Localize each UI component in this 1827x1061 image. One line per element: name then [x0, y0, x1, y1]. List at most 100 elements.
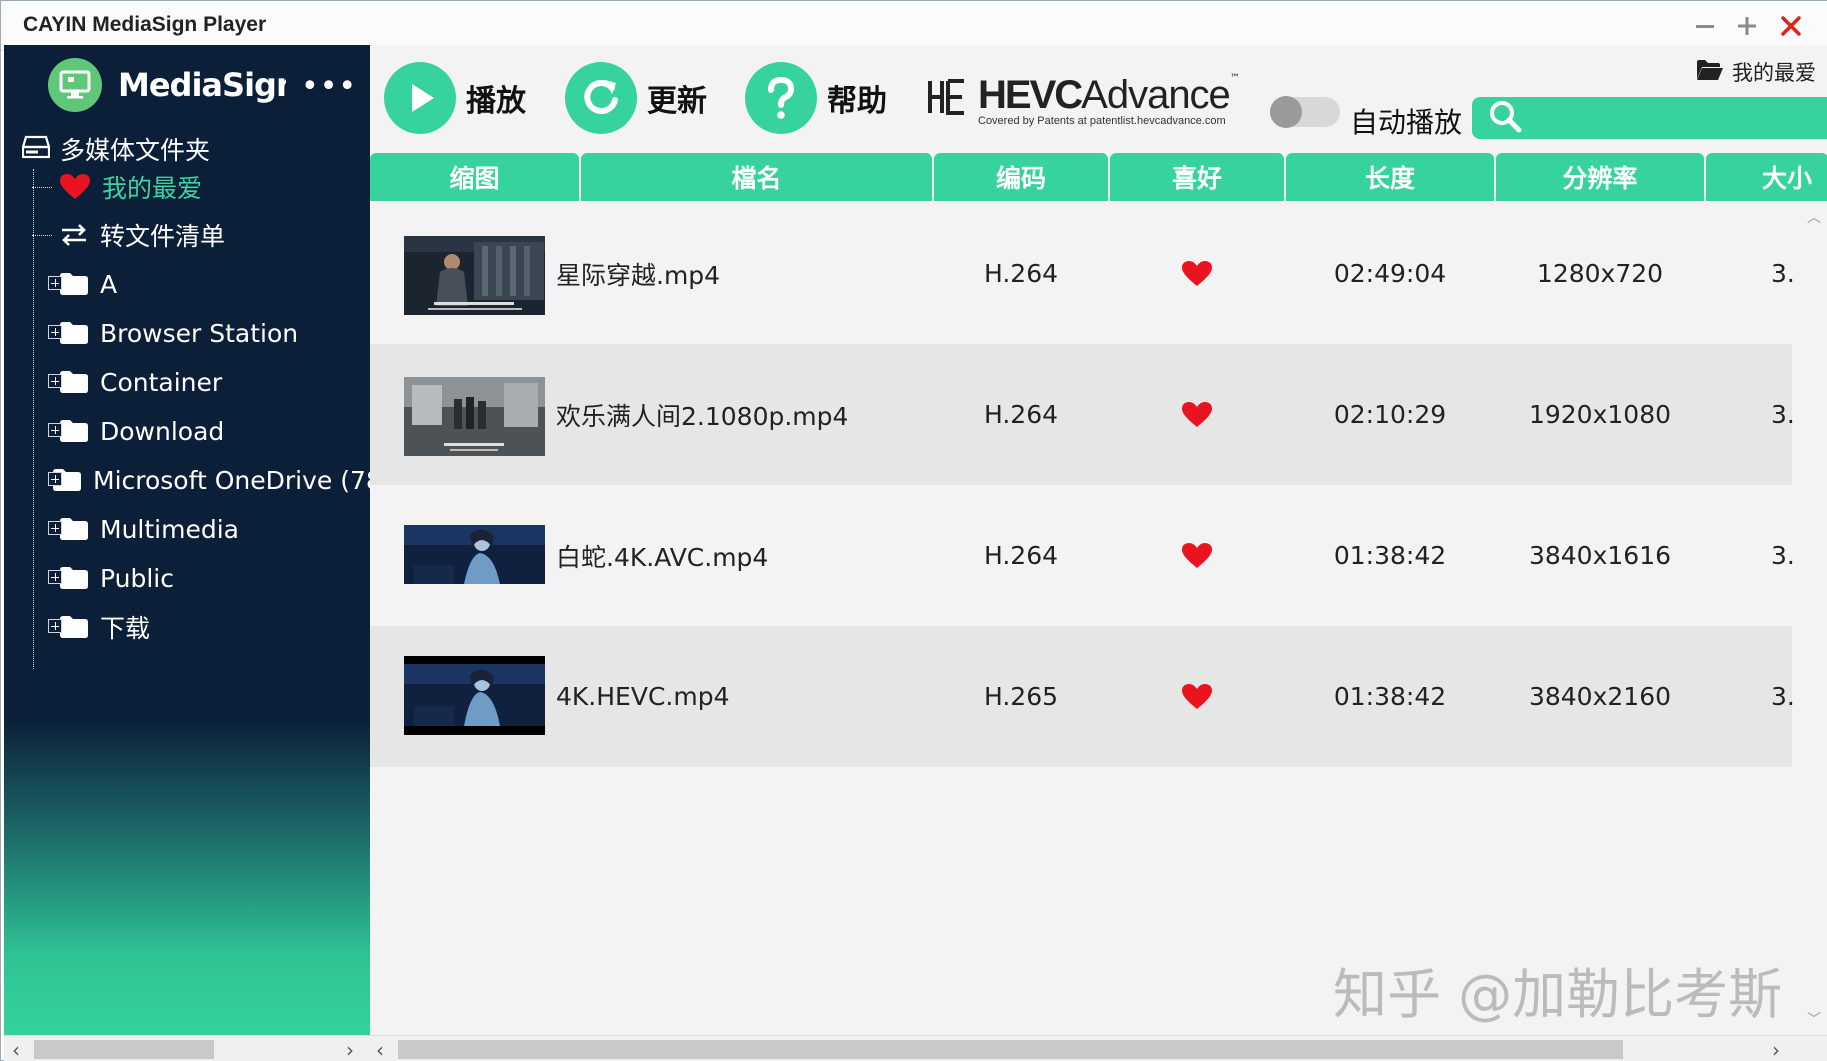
play-button[interactable]: 播放	[384, 61, 526, 135]
column-header-resolution[interactable]: 分辨率	[1496, 153, 1704, 201]
expand-icon[interactable]	[48, 521, 62, 535]
folder-open-icon	[1696, 59, 1724, 86]
expand-icon[interactable]	[48, 276, 62, 290]
sidebar-item-multimedia[interactable]: Multimedia	[48, 507, 239, 551]
maximize-button[interactable]	[1729, 9, 1765, 43]
tree-root[interactable]: 多媒体文件夹	[21, 129, 210, 169]
sidebar-item-transfer-list[interactable]: 转文件清单	[32, 213, 225, 257]
column-header-favorite[interactable]: 喜好	[1110, 153, 1284, 201]
expand-icon[interactable]	[48, 570, 62, 584]
sidebar-item-container[interactable]: Container	[48, 360, 223, 404]
refresh-button[interactable]: 更新	[565, 61, 707, 135]
scroll-right-icon[interactable]: ›	[346, 1038, 354, 1061]
video-thumbnail	[404, 236, 545, 315]
sidebar-item-label: 下载	[100, 614, 151, 643]
scroll-up-icon[interactable]: ︿	[1807, 207, 1821, 227]
sidebar-item-folder-a[interactable]: A	[48, 262, 117, 306]
sidebar-horizontal-scrollbar[interactable]: ‹ ›	[4, 1035, 370, 1061]
file-codec: H.264	[983, 259, 1059, 288]
file-size: 3.	[1771, 682, 1795, 711]
search-bar[interactable]	[1472, 97, 1827, 139]
scroll-right-icon[interactable]: ›	[1772, 1038, 1780, 1061]
refresh-icon	[565, 62, 637, 134]
title-bar[interactable]: CAYIN MediaSign Player	[1, 1, 1827, 51]
folder-icon	[60, 273, 88, 295]
file-length: 01:38:42	[1333, 541, 1447, 570]
file-resolution: 3840x1616	[1528, 541, 1672, 570]
favorite-toggle[interactable]	[1110, 626, 1284, 767]
favorites-link[interactable]: 我的最爱	[1696, 57, 1816, 87]
file-codec: H.264	[983, 541, 1059, 570]
toggle-knob	[1270, 96, 1302, 128]
sidebar-item-browser-station[interactable]: Browser Station	[48, 311, 299, 355]
help-label: 帮助	[827, 84, 887, 119]
video-thumbnail	[404, 656, 545, 735]
autoplay-label: 自动播放	[1350, 106, 1463, 139]
sidebar-item-label: Container	[100, 367, 223, 397]
sidebar-item-favorites[interactable]: 我的最爱	[32, 165, 202, 209]
hevc-cover-text: Covered by Patents at patentlist.hevcadv…	[978, 115, 1226, 127]
folder-icon	[60, 518, 88, 540]
table-row[interactable]: 欢乐满人间2.1080p.mp4 H.264 02:10:29 1920x108…	[370, 344, 1795, 485]
file-size: 3.	[1771, 400, 1795, 429]
toolbar: 播放 更新 帮助 HEVCAdvance™ Covered by Patents…	[370, 45, 1827, 151]
file-size: 3.	[1771, 259, 1795, 288]
heart-icon	[1182, 542, 1212, 568]
sidebar-item-onedrive[interactable]: Microsoft OneDrive (783	[48, 458, 398, 502]
column-header-codec[interactable]: 编码	[934, 153, 1108, 201]
sidebar-item-download[interactable]: Download	[48, 409, 224, 453]
scroll-left-icon[interactable]: ‹	[12, 1038, 20, 1061]
table-vertical-scrollbar[interactable]: ︿ ﹀	[1801, 203, 1827, 1035]
hevc-mark-icon	[928, 79, 964, 115]
sidebar-item-public[interactable]: Public	[48, 556, 174, 600]
favorite-toggle[interactable]	[1110, 344, 1284, 485]
scroll-left-icon[interactable]: ‹	[376, 1038, 384, 1061]
heart-icon	[1182, 683, 1212, 709]
minimize-button[interactable]	[1687, 9, 1723, 43]
sidebar: MediaSign Play ••• 多媒体文件夹 我的最爱	[4, 45, 398, 1035]
table-horizontal-scrollbar[interactable]: ‹ ›	[370, 1035, 1827, 1061]
heart-icon	[60, 174, 90, 200]
sidebar-item-downloads-cn[interactable]: 下载	[48, 605, 151, 649]
column-header-thumbnail[interactable]: 缩图	[370, 153, 579, 201]
heart-icon	[1182, 401, 1212, 427]
play-label: 播放	[466, 84, 526, 119]
file-name: 欢乐满人间2.1080p.mp4	[556, 401, 849, 431]
sidebar-item-label: Browser Station	[100, 318, 299, 348]
folder-icon	[60, 616, 88, 638]
more-menu-button[interactable]: •••	[301, 69, 357, 104]
scrollbar-thumb[interactable]	[34, 1040, 214, 1059]
window-title: CAYIN MediaSign Player	[23, 13, 267, 36]
table-row[interactable]: 4K.HEVC.mp4 H.265 01:38:42 3840x2160 3.	[370, 626, 1795, 767]
expand-icon[interactable]	[48, 619, 62, 633]
table-row[interactable]: 星际穿越.mp4 H.264 02:49:04 1280x720 3.	[370, 203, 1795, 344]
close-button[interactable]	[1773, 9, 1809, 43]
file-name: 星际穿越.mp4	[556, 260, 721, 290]
column-header-filename[interactable]: 檔名	[581, 153, 932, 201]
help-icon	[745, 62, 817, 134]
search-icon[interactable]	[1488, 99, 1522, 137]
video-thumbnail	[404, 377, 545, 456]
brand-name: MediaSign Play	[118, 66, 286, 104]
autoplay-toggle[interactable]	[1270, 96, 1340, 128]
expand-icon[interactable]	[48, 374, 62, 388]
table-row[interactable]: 白蛇.4K.AVC.mp4 H.264 01:38:42 3840x1616 3…	[370, 485, 1795, 626]
scroll-down-icon[interactable]: ﹀	[1807, 1009, 1821, 1029]
column-header-length[interactable]: 长度	[1286, 153, 1494, 201]
watermark: 知乎 @加勒比考斯	[1333, 963, 1783, 1026]
file-resolution: 3840x2160	[1528, 682, 1672, 711]
expand-icon[interactable]	[48, 325, 62, 339]
expand-icon[interactable]	[48, 423, 62, 437]
brand: MediaSign Play	[48, 53, 286, 117]
expand-icon[interactable]	[48, 472, 62, 486]
search-input[interactable]	[1522, 101, 1812, 135]
video-thumbnail	[404, 525, 545, 584]
file-name: 白蛇.4K.AVC.mp4	[556, 542, 769, 572]
favorite-toggle[interactable]	[1110, 203, 1284, 344]
scrollbar-thumb[interactable]	[398, 1040, 1623, 1059]
column-header-size[interactable]: 大小	[1706, 153, 1827, 201]
main-panel: 播放 更新 帮助 HEVCAdvance™ Covered by Patents…	[370, 45, 1827, 1035]
help-button[interactable]: 帮助	[745, 61, 887, 135]
file-length: 02:49:04	[1333, 259, 1447, 288]
favorite-toggle[interactable]	[1110, 485, 1284, 626]
